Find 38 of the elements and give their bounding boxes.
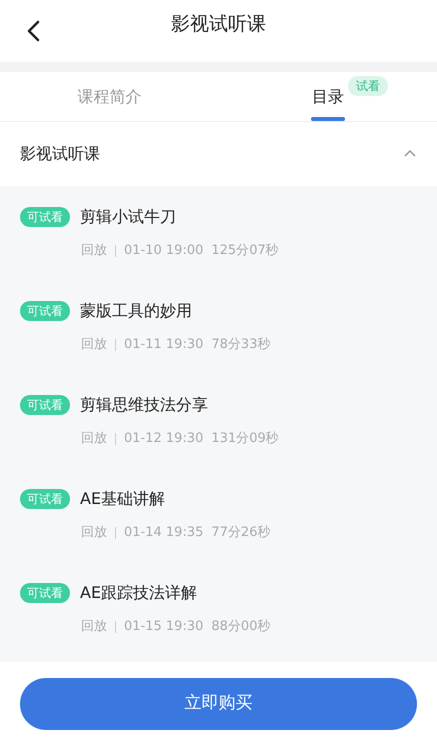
lesson-title: 剪辑思维技法分享: [80, 394, 208, 416]
lesson-type: 回放: [81, 618, 107, 636]
lesson-item[interactable]: 可试看 蒙版工具的妙用 回放 01-11 19:30 78分33秒: [0, 280, 437, 374]
lesson-type: 回放: [81, 242, 107, 260]
lesson-duration: 77分26秒: [211, 524, 270, 542]
lesson-title: 蒙版工具的妙用: [80, 300, 192, 322]
lesson-time: 01-12 19:30: [124, 430, 204, 448]
lesson-duration: 88分00秒: [211, 618, 270, 636]
lesson-title: AE跟踪技法详解: [80, 582, 198, 604]
tab[interactable]: 目录 试看: [218, 72, 437, 121]
lesson-type: 回放: [81, 336, 107, 354]
lesson-duration: 131分09秒: [211, 430, 279, 448]
lesson-duration: 78分33秒: [211, 336, 270, 354]
lesson-time: 01-10 19:00: [124, 242, 204, 260]
lesson-item[interactable]: 可试看 剪辑小试牛刀 回放 01-10 19:00 125分07秒: [0, 186, 437, 280]
lesson-duration: 125分07秒: [211, 242, 279, 260]
trial-tag: 可试看: [20, 489, 70, 510]
lesson-item[interactable]: 可试看 剪辑思维技法分享 回放 01-12 19:30 131分09秒: [0, 374, 437, 468]
lesson-time: 01-11 19:30: [124, 336, 204, 354]
lesson-item[interactable]: 可试看 AE基础讲解 回放 01-14 19:35 77分26秒: [0, 468, 437, 562]
lesson-time: 01-15 19:30: [124, 618, 204, 636]
section-title: 影视试听课: [20, 143, 100, 165]
page-title: 影视试听课: [171, 12, 266, 37]
lesson-type: 回放: [81, 524, 107, 542]
lesson-title: AE基础讲解: [80, 488, 166, 510]
lesson-item[interactable]: 可试看 AE跟踪技法详解 回放 01-15 19:30 88分00秒: [0, 562, 437, 656]
trial-tag: 可试看: [20, 301, 70, 322]
buy-button[interactable]: 立即购买: [20, 678, 417, 730]
lesson-title: 剪辑小试牛刀: [80, 206, 176, 228]
lesson-type: 回放: [81, 430, 107, 448]
trial-tag: 可试看: [20, 207, 70, 228]
back-icon: [26, 20, 40, 42]
trial-tag: 可试看: [20, 583, 70, 604]
chevron-icon[interactable]: [403, 149, 417, 159]
trial-tag: 可试看: [20, 395, 70, 416]
lesson-time: 01-14 19:35: [124, 524, 204, 542]
tab-underline: [310, 117, 345, 121]
trial-badge: 试看: [348, 76, 388, 96]
